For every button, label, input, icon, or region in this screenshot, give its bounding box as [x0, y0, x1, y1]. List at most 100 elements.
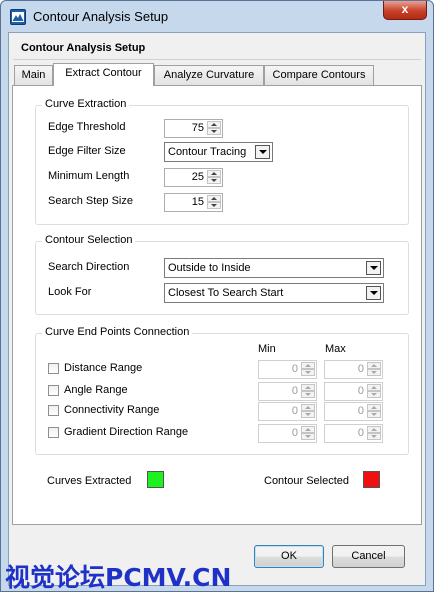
gradient-direction-range-min-stepper[interactable]: 0 [258, 424, 317, 443]
contour-selection-group: Contour Selection Search Direction Outsi… [35, 234, 409, 315]
spin-down-icon[interactable] [207, 128, 221, 135]
search-direction-value: Outside to Inside [168, 262, 251, 274]
chevron-down-icon[interactable] [366, 261, 381, 275]
tab-compare-contours[interactable]: Compare Contours [264, 65, 374, 85]
window-title: Contour Analysis Setup [33, 9, 169, 24]
tab-main-label: Main [21, 69, 46, 81]
spin-up-icon[interactable] [207, 195, 221, 202]
gradient-direction-range-checkbox[interactable] [48, 427, 59, 438]
search-step-size-label: Search Step Size [48, 195, 133, 207]
spin-up-icon[interactable] [367, 384, 381, 391]
min-column-header: Min [258, 343, 276, 355]
spin-up-icon[interactable] [301, 384, 315, 391]
page-title: Contour Analysis Setup [13, 36, 421, 60]
spin-up-icon[interactable] [301, 426, 315, 433]
spin-down-icon[interactable] [367, 391, 381, 398]
spin-down-icon[interactable] [367, 411, 381, 418]
connectivity-range-min-stepper[interactable]: 0 [258, 402, 317, 421]
angle-range-max-stepper[interactable]: 0 [324, 382, 383, 401]
spin-up-icon[interactable] [207, 121, 221, 128]
gradient-direction-range-min-value: 0 [291, 427, 298, 439]
distance-range-max-value: 0 [357, 363, 364, 375]
connectivity-range-min-value: 0 [291, 405, 298, 417]
spin-up-icon[interactable] [367, 426, 381, 433]
client-area: Contour Analysis Setup Main Extract Cont… [8, 32, 426, 586]
edge-filter-size-value: Contour Tracing [168, 146, 247, 158]
minimum-length-value: 25 [191, 171, 204, 183]
spin-down-icon[interactable] [301, 391, 315, 398]
angle-range-checkbox[interactable] [48, 385, 59, 396]
spin-up-icon[interactable] [367, 362, 381, 369]
connectivity-range-label: Connectivity Range [64, 404, 160, 416]
look-for-select[interactable]: Closest To Search Start [164, 283, 384, 303]
close-button[interactable]: x [383, 1, 427, 20]
cancel-button-label: Cancel [351, 550, 386, 562]
tab-panel: Curve Extraction Edge Threshold 75 Edge … [12, 85, 422, 525]
gradient-direction-range-label: Gradient Direction Range [64, 426, 189, 438]
distance-range-min-stepper[interactable]: 0 [258, 360, 317, 379]
title-bar[interactable]: Contour Analysis Setup x [1, 1, 433, 31]
ok-button-label: OK [281, 550, 297, 562]
spin-up-icon[interactable] [367, 404, 381, 411]
distance-range-checkbox[interactable] [48, 363, 59, 374]
end-points-title: Curve End Points Connection [42, 326, 193, 338]
minimum-length-stepper[interactable]: 25 [164, 168, 223, 187]
contour-selected-indicator [363, 471, 380, 488]
angle-range-min-value: 0 [291, 385, 298, 397]
watermark: 视觉论坛PCMV.CN [5, 563, 232, 592]
connectivity-range-max-value: 0 [357, 405, 364, 417]
search-step-size-stepper[interactable]: 15 [164, 193, 223, 212]
edge-threshold-value: 75 [191, 122, 204, 134]
tab-compare-contours-label: Compare Contours [272, 69, 366, 81]
close-icon: x [401, 2, 409, 16]
look-for-value: Closest To Search Start [168, 287, 284, 299]
look-for-label: Look For [48, 286, 92, 298]
tab-extract-contour-label: Extract Contour [65, 67, 142, 79]
tab-bar: Main Extract Contour Analyze Curvature C… [12, 63, 422, 86]
tab-main[interactable]: Main [14, 65, 53, 85]
tab-analyze-curvature-label: Analyze Curvature [163, 69, 255, 81]
connectivity-range-max-stepper[interactable]: 0 [324, 402, 383, 421]
spin-down-icon[interactable] [207, 177, 221, 184]
angle-range-label: Angle Range [64, 384, 128, 396]
tab-analyze-curvature[interactable]: Analyze Curvature [154, 65, 264, 85]
ok-button[interactable]: OK [254, 545, 324, 568]
spin-up-icon[interactable] [301, 362, 315, 369]
search-step-size-value: 15 [191, 196, 204, 208]
edge-filter-size-select[interactable]: Contour Tracing [164, 142, 273, 162]
cancel-button[interactable]: Cancel [332, 545, 405, 568]
chevron-down-icon[interactable] [255, 145, 270, 159]
spin-down-icon[interactable] [301, 411, 315, 418]
curves-extracted-indicator [147, 471, 164, 488]
spin-up-icon[interactable] [301, 404, 315, 411]
angle-range-min-stepper[interactable]: 0 [258, 382, 317, 401]
contour-selected-label: Contour Selected [264, 475, 349, 487]
connectivity-range-checkbox[interactable] [48, 405, 59, 416]
edge-threshold-stepper[interactable]: 75 [164, 119, 223, 138]
distance-range-max-stepper[interactable]: 0 [324, 360, 383, 379]
max-column-header: Max [325, 343, 346, 355]
spin-down-icon[interactable] [301, 433, 315, 440]
dialog-window: Contour Analysis Setup x Contour Analysi… [0, 0, 434, 592]
spin-down-icon[interactable] [207, 202, 221, 209]
edge-filter-size-label: Edge Filter Size [48, 145, 126, 157]
search-direction-select[interactable]: Outside to Inside [164, 258, 384, 278]
end-points-group: Curve End Points Connection Min Max Dist… [35, 326, 409, 455]
curves-extracted-label: Curves Extracted [47, 475, 132, 487]
curve-extraction-title: Curve Extraction [42, 98, 130, 110]
gradient-direction-range-max-value: 0 [357, 427, 364, 439]
app-icon [10, 9, 26, 25]
spin-down-icon[interactable] [367, 369, 381, 376]
spin-down-icon[interactable] [301, 369, 315, 376]
chevron-down-icon[interactable] [366, 286, 381, 300]
minimum-length-label: Minimum Length [48, 170, 130, 182]
tab-extract-contour[interactable]: Extract Contour [53, 63, 154, 86]
gradient-direction-range-max-stepper[interactable]: 0 [324, 424, 383, 443]
edge-threshold-label: Edge Threshold [48, 121, 126, 133]
distance-range-label: Distance Range [64, 362, 143, 374]
contour-selection-title: Contour Selection [42, 234, 136, 246]
spin-up-icon[interactable] [207, 170, 221, 177]
spin-down-icon[interactable] [367, 433, 381, 440]
distance-range-min-value: 0 [291, 363, 298, 375]
curve-extraction-group: Curve Extraction Edge Threshold 75 Edge … [35, 98, 409, 225]
